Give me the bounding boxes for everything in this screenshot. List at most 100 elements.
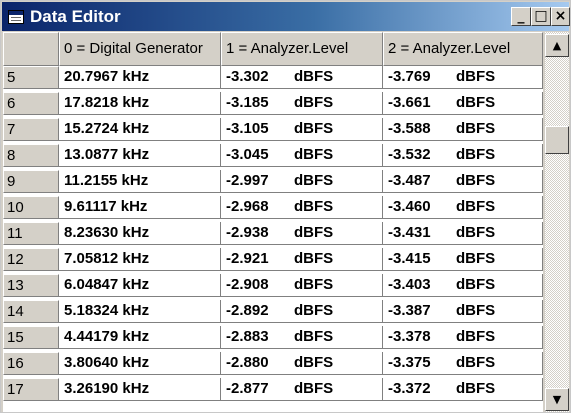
table-row: 16 3.80640 kHz -2.880 dBFS -3.375 dBFS <box>3 352 543 375</box>
row-number[interactable]: 9 <box>3 170 59 193</box>
level-value: -2.908 <box>226 276 269 293</box>
frequency-cell[interactable]: 4.44179 kHz <box>59 326 221 349</box>
table-row: 8 13.0877 kHz -3.045 dBFS -3.532 dBFS <box>3 144 543 167</box>
column-header-analyzer-level-1[interactable]: 1 = Analyzer.Level <box>221 32 383 66</box>
row-number[interactable]: 10 <box>3 196 59 219</box>
minimize-button[interactable]: _ <box>511 7 531 26</box>
level-unit: dBFS <box>456 224 496 241</box>
close-button[interactable]: × <box>551 7 570 26</box>
level-unit: dBFS <box>294 68 334 85</box>
table-row: 7 15.2724 kHz -3.105 dBFS -3.588 dBFS <box>3 118 543 141</box>
row-number[interactable]: 5 <box>3 66 59 89</box>
level-cell[interactable]: -3.403 dBFS <box>383 274 543 297</box>
level-cell[interactable]: -2.877 dBFS <box>221 378 383 401</box>
frequency-cell[interactable]: 20.7967 kHz <box>59 66 221 89</box>
table-row: 13 6.04847 kHz -2.908 dBFS -3.403 dBFS <box>3 274 543 297</box>
vertical-scrollbar[interactable]: ▲ ▼ <box>545 32 569 412</box>
corner-header[interactable] <box>3 32 59 66</box>
level-value: -2.968 <box>226 198 269 215</box>
level-cell[interactable]: -2.921 dBFS <box>221 248 383 271</box>
level-unit: dBFS <box>294 276 334 293</box>
level-value: -2.880 <box>226 354 269 371</box>
frequency-cell[interactable]: 3.80640 kHz <box>59 352 221 375</box>
scroll-thumb[interactable] <box>545 126 569 154</box>
column-header-digital-generator[interactable]: 0 = Digital Generator <box>59 32 221 66</box>
row-number[interactable]: 6 <box>3 92 59 115</box>
level-unit: dBFS <box>294 354 334 371</box>
level-cell[interactable]: -3.185 dBFS <box>221 92 383 115</box>
level-unit: dBFS <box>294 120 334 137</box>
level-cell[interactable]: -3.045 dBFS <box>221 144 383 167</box>
level-value: -3.302 <box>226 68 269 85</box>
frequency-cell[interactable]: 6.04847 kHz <box>59 274 221 297</box>
level-value: -3.661 <box>388 94 431 111</box>
level-value: -3.403 <box>388 276 431 293</box>
level-unit: dBFS <box>456 94 496 111</box>
row-number[interactable]: 12 <box>3 248 59 271</box>
level-value: -3.588 <box>388 120 431 137</box>
data-editor-window: Data Editor _ □ × 0 = Digital Generator … <box>0 0 571 413</box>
level-cell[interactable]: -3.532 dBFS <box>383 144 543 167</box>
scroll-up-button[interactable]: ▲ <box>545 34 569 57</box>
table-row: 6 17.8218 kHz -3.185 dBFS -3.661 dBFS <box>3 92 543 115</box>
table-row: 14 5.18324 kHz -2.892 dBFS -3.387 dBFS <box>3 300 543 323</box>
level-cell[interactable]: -2.968 dBFS <box>221 196 383 219</box>
level-cell[interactable]: -3.431 dBFS <box>383 222 543 245</box>
level-cell[interactable]: -3.460 dBFS <box>383 196 543 219</box>
level-cell[interactable]: -3.387 dBFS <box>383 300 543 323</box>
row-number[interactable]: 14 <box>3 300 59 323</box>
level-value: -3.378 <box>388 328 431 345</box>
row-number[interactable]: 17 <box>3 378 59 401</box>
scroll-down-button[interactable]: ▼ <box>545 388 569 411</box>
level-cell[interactable]: -3.372 dBFS <box>383 378 543 401</box>
level-cell[interactable]: -2.938 dBFS <box>221 222 383 245</box>
level-cell[interactable]: -3.588 dBFS <box>383 118 543 141</box>
level-cell[interactable]: -3.769 dBFS <box>383 66 543 89</box>
table-row: 5 20.7967 kHz -3.302 dBFS -3.769 dBFS <box>3 66 543 89</box>
level-cell[interactable]: -3.375 dBFS <box>383 352 543 375</box>
frequency-cell[interactable]: 8.23630 kHz <box>59 222 221 245</box>
frequency-cell[interactable]: 15.2724 kHz <box>59 118 221 141</box>
row-number[interactable]: 8 <box>3 144 59 167</box>
level-value: -3.460 <box>388 198 431 215</box>
row-number[interactable]: 7 <box>3 118 59 141</box>
level-cell[interactable]: -2.883 dBFS <box>221 326 383 349</box>
level-cell[interactable]: -2.892 dBFS <box>221 300 383 323</box>
level-unit: dBFS <box>294 380 334 397</box>
column-header-analyzer-level-2[interactable]: 2 = Analyzer.Level <box>383 32 543 66</box>
maximize-button[interactable]: □ <box>531 7 551 26</box>
level-cell[interactable]: -3.302 dBFS <box>221 66 383 89</box>
level-value: -3.487 <box>388 172 431 189</box>
level-cell[interactable]: -3.415 dBFS <box>383 248 543 271</box>
row-number[interactable]: 16 <box>3 352 59 375</box>
level-value: -3.372 <box>388 380 431 397</box>
frequency-cell[interactable]: 5.18324 kHz <box>59 300 221 323</box>
level-cell[interactable]: -3.378 dBFS <box>383 326 543 349</box>
title-bar[interactable]: Data Editor _ □ × <box>2 2 570 31</box>
frequency-cell[interactable]: 9.61117 kHz <box>59 196 221 219</box>
level-value: -2.883 <box>226 328 269 345</box>
row-number[interactable]: 13 <box>3 274 59 297</box>
table-row: 11 8.23630 kHz -2.938 dBFS -3.431 dBFS <box>3 222 543 245</box>
level-cell[interactable]: -2.880 dBFS <box>221 352 383 375</box>
level-value: -3.185 <box>226 94 269 111</box>
frequency-cell[interactable]: 17.8218 kHz <box>59 92 221 115</box>
frequency-cell[interactable]: 13.0877 kHz <box>59 144 221 167</box>
level-cell[interactable]: -3.105 dBFS <box>221 118 383 141</box>
level-value: -3.375 <box>388 354 431 371</box>
frequency-cell[interactable]: 11.2155 kHz <box>59 170 221 193</box>
level-value: -2.997 <box>226 172 269 189</box>
row-number[interactable]: 15 <box>3 326 59 349</box>
level-unit: dBFS <box>294 94 334 111</box>
level-unit: dBFS <box>456 172 496 189</box>
row-number[interactable]: 11 <box>3 222 59 245</box>
level-cell[interactable]: -2.908 dBFS <box>221 274 383 297</box>
level-cell[interactable]: -3.487 dBFS <box>383 170 543 193</box>
level-cell[interactable]: -2.997 dBFS <box>221 170 383 193</box>
level-unit: dBFS <box>456 380 496 397</box>
level-cell[interactable]: -3.661 dBFS <box>383 92 543 115</box>
frequency-cell[interactable]: 7.05812 kHz <box>59 248 221 271</box>
frequency-cell[interactable]: 3.26190 kHz <box>59 378 221 401</box>
level-value: -2.877 <box>226 380 269 397</box>
table-icon[interactable] <box>8 10 24 24</box>
